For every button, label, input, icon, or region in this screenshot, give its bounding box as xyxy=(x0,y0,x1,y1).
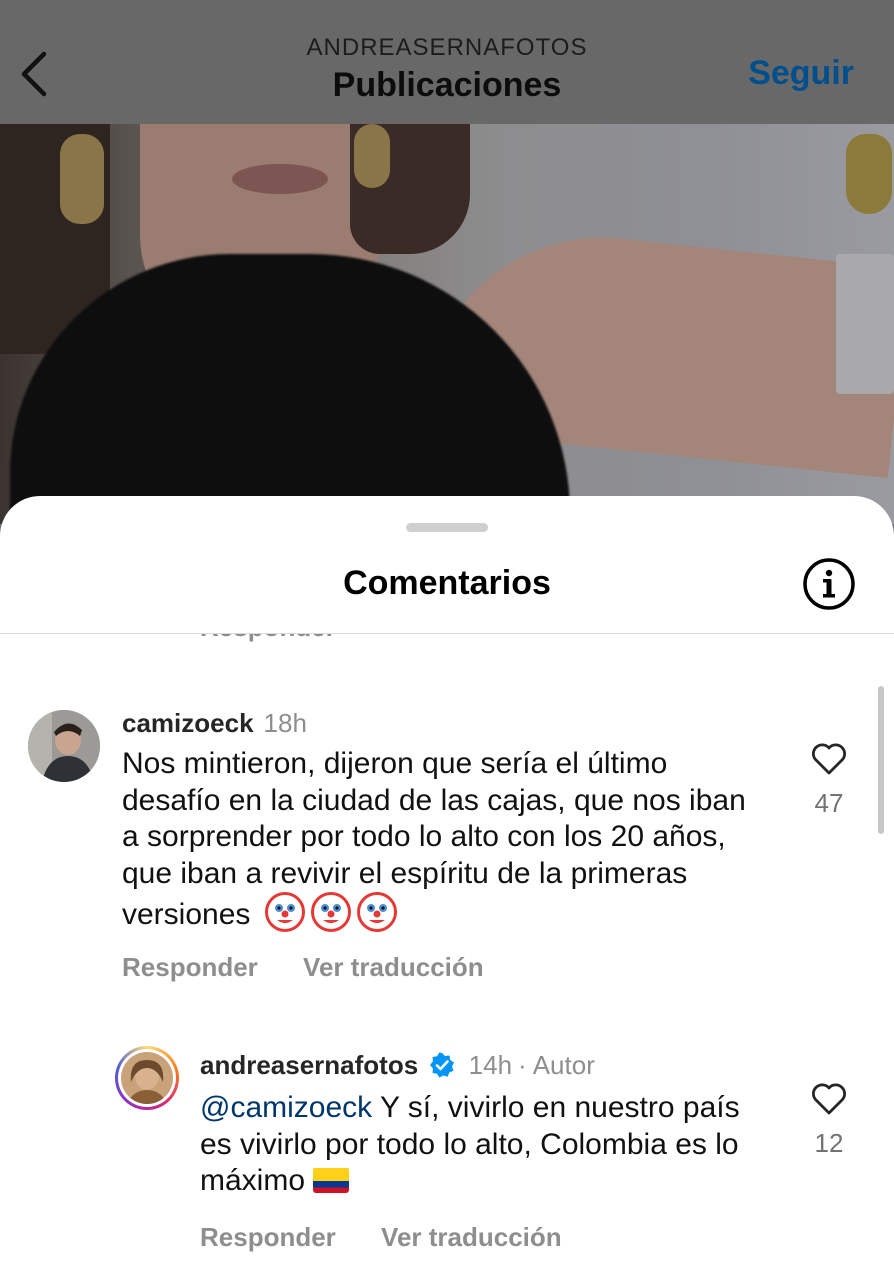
sheet-title: Comentarios xyxy=(343,564,551,602)
reply-button[interactable]: Responder xyxy=(122,952,258,982)
comments-sheet: Comentarios Responder camizoeck 18h xyxy=(0,496,894,1280)
list-item: camizoeck 18h Nos mintieron, dijeron que … xyxy=(0,634,894,994)
translate-button[interactable]: Ver traducción xyxy=(303,952,484,982)
avatar-image xyxy=(28,710,100,782)
info-icon[interactable] xyxy=(802,557,856,611)
avatar[interactable] xyxy=(115,1046,179,1110)
comment-body: Nos mintieron, dijeron que sería el últi… xyxy=(122,747,746,931)
clown-face-icon xyxy=(356,892,397,932)
comment-time: 18h xyxy=(263,708,307,738)
mention-link[interactable]: @camizoeck xyxy=(200,1091,372,1124)
sheet-grabber[interactable] xyxy=(406,523,488,532)
avatar-image xyxy=(121,1052,173,1104)
post-image xyxy=(0,124,894,524)
comment-username[interactable]: andreasernafotos xyxy=(200,1050,418,1080)
colombia-flag-icon xyxy=(313,1167,350,1193)
comment-actions: Responder Ver traducción xyxy=(122,952,484,983)
follow-button[interactable]: Seguir xyxy=(748,54,854,93)
comment-username[interactable]: camizoeck xyxy=(122,708,254,738)
comment-actions: Responder Ver traducción xyxy=(200,1222,562,1253)
meta-separator: · xyxy=(518,1050,527,1080)
like-count: 12 xyxy=(814,1128,844,1158)
author-badge: Autor xyxy=(532,1050,595,1080)
clown-face-icon xyxy=(310,892,351,932)
heart-icon[interactable] xyxy=(810,742,848,776)
comment-text: @camizoeck Y sí, vivirlo en nuestro país… xyxy=(200,1090,760,1200)
translate-button[interactable]: Ver traducción xyxy=(381,1222,562,1252)
comment-meta: camizoeck 18h xyxy=(122,708,307,739)
like-control: 47 xyxy=(799,742,859,819)
verified-badge-icon xyxy=(430,1052,455,1078)
avatar[interactable] xyxy=(28,710,100,782)
comments-list[interactable]: Responder camizoeck 18h Nos mintieron, di… xyxy=(0,634,894,1280)
like-count: 47 xyxy=(814,788,844,818)
comment-time: 14h xyxy=(468,1050,513,1080)
heart-icon[interactable] xyxy=(810,1082,848,1116)
list-item: andreasernafotos 14h · Autor @camizoeck Y … xyxy=(0,1034,894,1280)
reply-button[interactable]: Responder xyxy=(200,1222,336,1252)
like-control: 12 xyxy=(799,1082,859,1159)
top-bar: ANDREASERNAFOTOS Publicaciones Seguir xyxy=(0,0,894,124)
comment-meta: andreasernafotos 14h · Autor xyxy=(200,1050,595,1081)
comment-text: Nos mintieron, dijeron que sería el últi… xyxy=(122,746,762,934)
clown-face-icon xyxy=(264,892,305,932)
